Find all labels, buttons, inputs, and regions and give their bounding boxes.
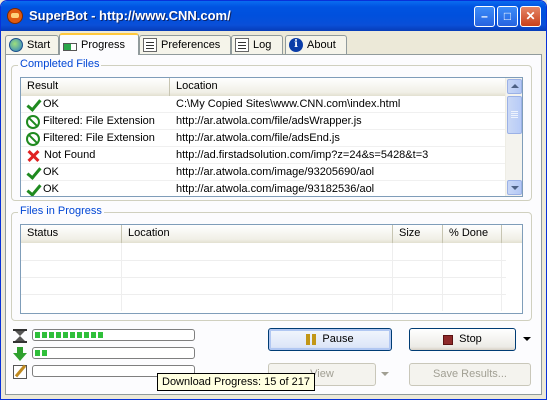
pause-icon: [306, 334, 317, 345]
tab-preferences[interactable]: Preferences: [139, 35, 231, 54]
grid-line: [21, 260, 506, 261]
tab-label: About: [307, 39, 336, 51]
info-icon: i: [289, 38, 303, 52]
tab-start[interactable]: Start: [5, 35, 59, 54]
table-row[interactable]: OK http://ar.atwola.com/image/93205690/ao…: [21, 164, 507, 181]
completed-files-group: Completed Files Result Location OK C:\My …: [11, 58, 532, 201]
file-progress-fill: [35, 350, 49, 356]
files-in-progress-list[interactable]: Status Location Size % Done: [20, 224, 523, 314]
file-progress-bar: [32, 347, 195, 359]
checkmark-icon: [25, 165, 41, 181]
table-row[interactable]: OK http://ar.atwola.com/image/93182536/ao…: [21, 181, 507, 197]
table-row[interactable]: Filtered: File Extension http://ar.atwola…: [21, 113, 507, 130]
scroll-up-button[interactable]: [507, 79, 522, 94]
result-cell: OK: [21, 164, 170, 181]
completed-files-header: Result Location: [21, 78, 507, 96]
download-progress-bar: [32, 329, 195, 341]
result-cell: OK: [21, 181, 170, 197]
tab-label: Start: [27, 39, 51, 51]
scroll-down-button[interactable]: [507, 180, 522, 195]
files-in-progress-group: Files in Progress Status Location Size %…: [11, 205, 532, 321]
tab-about[interactable]: i About: [285, 35, 347, 54]
globe-icon: [9, 38, 23, 52]
save-results-button[interactable]: Save Results...: [409, 363, 531, 386]
app-window: SuperBot - http://www.CNN.com/ – □ ✕ Sta…: [0, 0, 547, 400]
tab-label: Progress: [81, 39, 126, 51]
close-button[interactable]: ✕: [520, 6, 541, 27]
completed-files-list[interactable]: Result Location OK C:\My Copied Sites\www…: [20, 77, 523, 197]
location-cell: http://ad.firstadsolution.com/imp?z=24&s…: [176, 149, 429, 161]
stop-button[interactable]: Stop: [409, 328, 516, 351]
completed-files-title: Completed Files: [18, 58, 102, 70]
scroll-thumb[interactable]: [507, 96, 522, 134]
result-text: Filtered: File Extension: [43, 115, 155, 127]
tab-log[interactable]: Log: [231, 35, 283, 54]
result-text: Not Found: [44, 149, 96, 161]
column-header-status[interactable]: Status: [21, 225, 122, 243]
files-in-progress-header: Status Location Size % Done: [21, 225, 522, 243]
tab-progress[interactable]: Progress: [59, 33, 139, 55]
result-cell: OK: [21, 96, 170, 113]
result-text: OK: [43, 98, 59, 110]
files-in-progress-title: Files in Progress: [18, 205, 104, 217]
column-header-percent-done[interactable]: % Done: [443, 225, 502, 243]
maximize-button[interactable]: □: [497, 6, 518, 27]
view-options-dropdown-icon[interactable]: [381, 372, 389, 376]
location-cell: http://ar.atwola.com/image/93205690/aol: [176, 166, 375, 178]
result-cell: Not Found: [21, 147, 170, 164]
location-cell: http://ar.atwola.com/file/adsWrapper.js: [176, 115, 362, 127]
tab-label: Log: [253, 39, 272, 51]
column-header-result[interactable]: Result: [21, 78, 170, 96]
tab-label: Preferences: [161, 39, 221, 51]
download-progress-tooltip: Download Progress: 15 of 217: [157, 373, 315, 391]
stop-label: Stop: [459, 333, 482, 345]
column-header-location[interactable]: Location: [170, 78, 507, 96]
result-text: Filtered: File Extension: [43, 132, 155, 144]
hourglass-icon: [13, 329, 27, 343]
grid-line: [21, 277, 506, 278]
pause-button[interactable]: Pause: [268, 328, 392, 351]
preferences-icon: [143, 38, 157, 52]
edit-icon: [13, 365, 27, 379]
progress-panel: Completed Files Result Location OK C:\My …: [5, 54, 542, 395]
stop-options-dropdown-icon[interactable]: [523, 337, 531, 341]
location-cell: C:\My Copied Sites\www.CNN.com\index.htm…: [176, 98, 401, 110]
grid-line: [21, 294, 506, 295]
column-header-location[interactable]: Location: [122, 225, 393, 243]
table-row[interactable]: Filtered: File Extension http://ar.atwola…: [21, 130, 507, 147]
log-icon: [235, 38, 249, 52]
title-bar[interactable]: SuperBot - http://www.CNN.com/ – □ ✕: [1, 1, 546, 31]
window-title: SuperBot - http://www.CNN.com/: [29, 8, 231, 23]
vertical-scrollbar[interactable]: [505, 78, 522, 196]
result-cell: Filtered: File Extension: [21, 130, 170, 147]
pause-label: Pause: [322, 333, 354, 345]
superbot-app-icon[interactable]: [7, 8, 23, 24]
error-x-icon: [26, 149, 40, 163]
result-cell: Filtered: File Extension: [21, 113, 170, 130]
progress-icon: [63, 42, 77, 51]
filtered-icon: [26, 131, 40, 146]
checkmark-icon: [25, 97, 41, 113]
stop-icon: [443, 334, 454, 345]
download-progress-fill: [35, 332, 104, 338]
checkmark-icon: [25, 182, 41, 197]
download-arrow-icon: [13, 347, 27, 361]
column-header-size[interactable]: Size: [393, 225, 443, 243]
result-text: OK: [43, 183, 59, 195]
column-header-filler: [502, 225, 522, 243]
location-cell: http://ar.atwola.com/file/adsEnd.js: [176, 132, 340, 144]
location-cell: http://ar.atwola.com/image/93182536/aol: [176, 183, 375, 195]
filtered-icon: [26, 114, 40, 129]
table-row[interactable]: Not Found http://ad.firstadsolution.com/i…: [21, 147, 507, 164]
table-row[interactable]: OK C:\My Copied Sites\www.CNN.com\index.h…: [21, 96, 507, 113]
result-text: OK: [43, 166, 59, 178]
save-results-label: Save Results...: [433, 368, 507, 380]
minimize-button[interactable]: –: [474, 6, 495, 27]
